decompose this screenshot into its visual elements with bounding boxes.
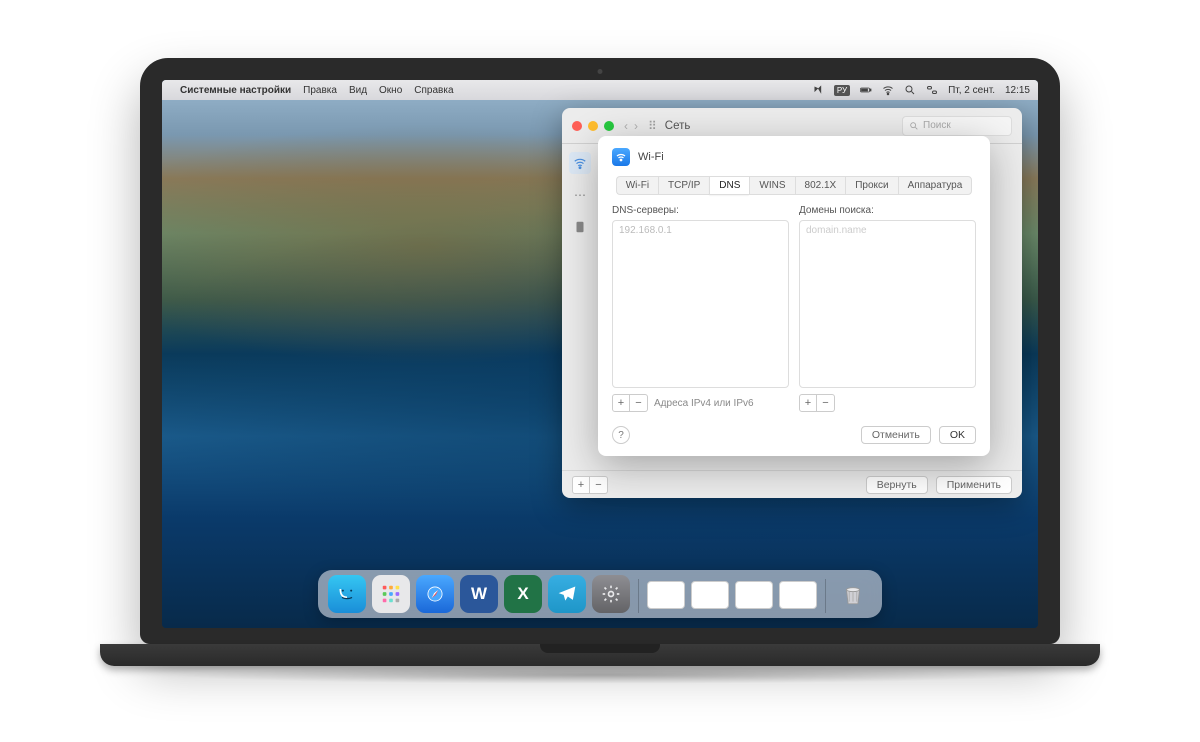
sheet-title: Wi-Fi — [638, 151, 664, 163]
dock-launchpad[interactable] — [372, 575, 410, 613]
sidebar-thunderbolt-icon[interactable] — [569, 216, 591, 238]
location-icon[interactable] — [812, 84, 824, 96]
search-domains-column: Домены поиска: domain.name + − — [799, 205, 976, 412]
minimized-window-4[interactable] — [779, 581, 817, 609]
tab-hardware[interactable]: Аппаратура — [898, 176, 973, 195]
sheet-header: Wi-Fi — [612, 148, 976, 166]
cancel-button[interactable]: Отменить — [861, 426, 931, 444]
minimized-window-1[interactable] — [647, 581, 685, 609]
network-sidebar: ⋯ — [562, 144, 598, 470]
tab-dns[interactable]: DNS — [709, 176, 749, 195]
dns-add-button[interactable]: + — [612, 394, 630, 412]
window-footer: + − Вернуть Применить — [562, 470, 1022, 498]
tab-8021x[interactable]: 802.1X — [795, 176, 846, 195]
prefs-search-field[interactable]: Поиск — [902, 116, 1012, 136]
search-domains-list[interactable]: domain.name — [799, 220, 976, 388]
tab-wifi[interactable]: Wi-Fi — [616, 176, 658, 195]
wifi-icon[interactable] — [882, 84, 894, 96]
camera-dot — [598, 69, 603, 74]
forward-button[interactable]: › — [634, 119, 638, 133]
screen-bezel: Системные настройки Правка Вид Окно Спра… — [140, 58, 1060, 644]
tab-tcpip[interactable]: TCP/IP — [658, 176, 709, 195]
show-all-prefs-button[interactable]: ⠿ — [648, 119, 657, 133]
dns-footnote: Адреса IPv4 или IPv6 — [654, 398, 754, 409]
trackpad-notch — [540, 644, 660, 653]
input-language-indicator[interactable]: РУ — [834, 85, 850, 96]
menu-help[interactable]: Справка — [414, 85, 453, 96]
window-title: Сеть — [665, 120, 691, 132]
help-button[interactable]: ? — [612, 426, 630, 444]
dock-word[interactable]: W — [460, 575, 498, 613]
tab-wins[interactable]: WINS — [749, 176, 794, 195]
navigation-buttons: ‹ › — [624, 119, 638, 133]
search-placeholder: Поиск — [923, 120, 951, 131]
control-center-icon[interactable] — [926, 84, 938, 96]
domain-placeholder: domain.name — [806, 225, 969, 236]
dns-servers-list[interactable]: 192.168.0.1 — [612, 220, 789, 388]
dock-separator — [638, 579, 639, 613]
dock-telegram[interactable] — [548, 575, 586, 613]
dns-servers-column: DNS-серверы: 192.168.0.1 + − Адреса IPv4… — [612, 205, 789, 412]
traffic-lights — [572, 121, 614, 131]
menu-window[interactable]: Окно — [379, 85, 402, 96]
dock-separator — [825, 579, 826, 613]
wifi-icon — [612, 148, 630, 166]
dock-excel[interactable]: X — [504, 575, 542, 613]
menubar: Системные настройки Правка Вид Окно Спра… — [162, 80, 1038, 100]
laptop-frame: Системные настройки Правка Вид Окно Спра… — [140, 58, 1060, 684]
search-icon[interactable] — [904, 84, 916, 96]
dns-add-remove: + − — [612, 394, 648, 412]
dns-entry[interactable]: 192.168.0.1 — [619, 225, 782, 236]
remove-service-button[interactable]: − — [590, 476, 608, 494]
laptop-shadow — [170, 666, 1030, 684]
domain-add-remove: + − — [799, 394, 835, 412]
tab-proxy[interactable]: Прокси — [845, 176, 897, 195]
minimized-window-3[interactable] — [735, 581, 773, 609]
dock: W X — [318, 570, 882, 618]
laptop-base — [100, 644, 1100, 666]
advanced-settings-sheet: Wi-Fi Wi-Fi TCP/IP DNS WINS 802.1X Прокс… — [598, 136, 990, 456]
app-menu[interactable]: Системные настройки — [180, 85, 291, 96]
apply-button[interactable]: Применить — [936, 476, 1012, 494]
revert-button[interactable]: Вернуть — [866, 476, 928, 494]
zoom-button[interactable] — [604, 121, 614, 131]
domain-remove-button[interactable]: − — [817, 394, 835, 412]
desktop-screen: Системные настройки Правка Вид Окно Спра… — [162, 80, 1038, 628]
sheet-tabs: Wi-Fi TCP/IP DNS WINS 802.1X Прокси Аппа… — [612, 176, 976, 195]
dns-remove-button[interactable]: − — [630, 394, 648, 412]
ok-button[interactable]: OK — [939, 426, 976, 444]
dock-finder[interactable] — [328, 575, 366, 613]
sidebar-wifi-icon[interactable] — [569, 152, 591, 174]
menu-edit[interactable]: Правка — [303, 85, 337, 96]
back-button[interactable]: ‹ — [624, 119, 628, 133]
add-service-button[interactable]: + — [572, 476, 590, 494]
dock-safari[interactable] — [416, 575, 454, 613]
search-domains-label: Домены поиска: — [799, 205, 976, 216]
search-icon — [909, 121, 919, 131]
add-remove-service: + − — [572, 476, 608, 494]
dock-system-preferences[interactable] — [592, 575, 630, 613]
domain-add-button[interactable]: + — [799, 394, 817, 412]
sidebar-bluetooth-icon[interactable]: ⋯ — [569, 184, 591, 206]
sheet-footer: ? Отменить OK — [612, 426, 976, 444]
battery-icon[interactable] — [860, 84, 872, 96]
menubar-time[interactable]: 12:15 — [1005, 85, 1030, 96]
minimized-window-2[interactable] — [691, 581, 729, 609]
menubar-date[interactable]: Пт, 2 сент. — [948, 85, 995, 96]
menu-view[interactable]: Вид — [349, 85, 367, 96]
dns-servers-label: DNS-серверы: — [612, 205, 789, 216]
close-button[interactable] — [572, 121, 582, 131]
minimize-button[interactable] — [588, 121, 598, 131]
dock-trash[interactable] — [834, 575, 872, 613]
